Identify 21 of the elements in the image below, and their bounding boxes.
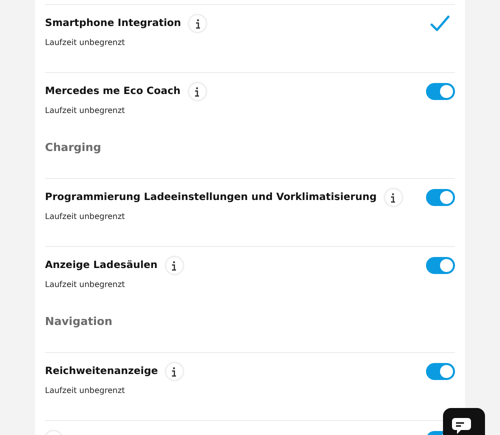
info-icon[interactable]	[166, 363, 183, 380]
toggle-switch[interactable]	[426, 363, 454, 380]
toggle-switch[interactable]	[426, 257, 454, 274]
info-icon[interactable]	[166, 257, 183, 274]
section-heading: Charging	[45, 140, 102, 156]
toggle-switch[interactable]	[426, 83, 454, 100]
feature-title: Reichweitenanzeige	[45, 365, 158, 379]
feature-title: Programmierung Ladeeinstellungen und Vorklimatisierung	[45, 191, 377, 205]
feature-duration: Laufzeit unbegrenzt	[45, 37, 126, 49]
info-icon[interactable]	[189, 15, 206, 32]
feature-duration: Laufzeit unbegrenzt	[45, 279, 126, 291]
feature-title: Smartphone Integration	[45, 17, 182, 31]
feature-title: Mercedes me Eco Coach	[45, 85, 181, 99]
feature-duration: Laufzeit unbegrenzt	[45, 211, 126, 223]
feature-duration: Laufzeit unbegrenzt	[45, 385, 126, 397]
feature-duration: Laufzeit unbegrenzt	[45, 105, 126, 117]
toggle-switch[interactable]	[426, 189, 454, 206]
feature-title: Anzeige Ladesäulen	[45, 259, 158, 273]
info-icon[interactable]	[384, 189, 402, 206]
info-icon[interactable]	[188, 83, 206, 100]
section-heading: Navigation	[45, 314, 112, 330]
